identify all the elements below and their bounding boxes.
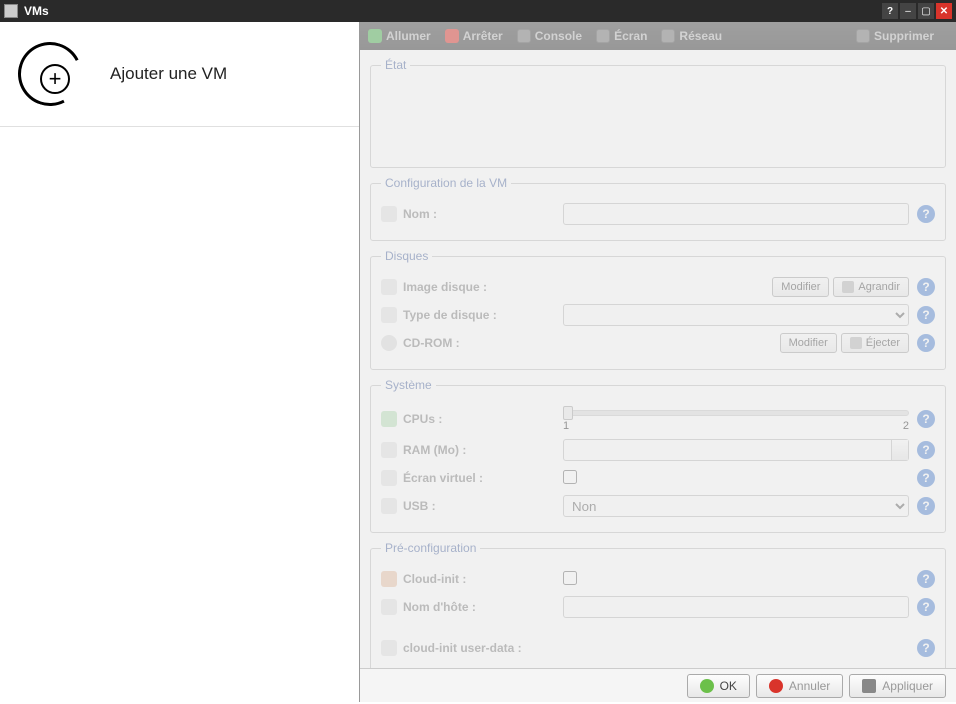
ram-icon bbox=[381, 442, 397, 458]
minimize-button[interactable]: – bbox=[900, 3, 916, 19]
cloudinit-icon bbox=[381, 571, 397, 587]
vm-detail-panel: Allumer Arrêter Console Écran Réseau Sup… bbox=[360, 22, 956, 702]
cpus-slider[interactable]: 1 2 bbox=[563, 404, 909, 434]
usb-label: USB : bbox=[403, 499, 563, 513]
state-section: État bbox=[370, 58, 946, 168]
add-vm-icon bbox=[18, 42, 82, 106]
system-legend: Système bbox=[381, 378, 436, 392]
bottom-bar: OK Annuler Appliquer bbox=[360, 668, 956, 702]
preconfig-section: Pré-configuration Cloud-init : ? Nom d'h… bbox=[370, 541, 946, 688]
cdrom-label: CD-ROM : bbox=[403, 336, 563, 350]
vm-toolbar: Allumer Arrêter Console Écran Réseau Sup… bbox=[360, 22, 956, 50]
preconfig-legend: Pré-configuration bbox=[381, 541, 480, 555]
cloudinit-checkbox[interactable] bbox=[563, 571, 577, 585]
disk-image-enlarge-button[interactable]: Agrandir bbox=[833, 277, 909, 297]
add-vm-button[interactable]: Ajouter une VM bbox=[0, 22, 359, 127]
state-legend: État bbox=[381, 58, 410, 72]
hostname-field[interactable] bbox=[563, 596, 909, 618]
app-icon bbox=[4, 4, 18, 18]
name-label: Nom : bbox=[403, 207, 563, 221]
usb-icon bbox=[381, 498, 397, 514]
cancel-icon bbox=[769, 679, 783, 693]
disk-image-label: Image disque : bbox=[403, 280, 563, 294]
cdrom-icon bbox=[381, 335, 397, 351]
disk-type-icon bbox=[381, 307, 397, 323]
usb-select[interactable]: Non bbox=[563, 495, 909, 517]
disk-type-help[interactable]: ? bbox=[917, 306, 935, 324]
delete-button[interactable]: Supprimer bbox=[856, 29, 934, 43]
cdrom-help[interactable]: ? bbox=[917, 334, 935, 352]
trash-icon bbox=[856, 29, 870, 43]
console-icon bbox=[517, 29, 531, 43]
window-title: VMs bbox=[24, 4, 880, 18]
ok-button[interactable]: OK bbox=[687, 674, 750, 698]
hostname-help[interactable]: ? bbox=[917, 598, 935, 616]
power-on-button[interactable]: Allumer bbox=[368, 29, 431, 43]
help-button[interactable]: ? bbox=[882, 3, 898, 19]
screen-icon bbox=[596, 29, 610, 43]
config-legend: Configuration de la VM bbox=[381, 176, 511, 190]
apply-button[interactable]: Appliquer bbox=[849, 674, 946, 698]
cancel-button[interactable]: Annuler bbox=[756, 674, 843, 698]
power-on-icon bbox=[368, 29, 382, 43]
disk-type-select[interactable] bbox=[563, 304, 909, 326]
userdata-label: cloud-init user-data : bbox=[403, 641, 563, 655]
name-help[interactable]: ? bbox=[917, 205, 935, 223]
add-vm-label: Ajouter une VM bbox=[110, 64, 227, 84]
hostname-label: Nom d'hôte : bbox=[403, 600, 563, 614]
cpu-min-label: 1 bbox=[563, 420, 569, 432]
close-button[interactable]: ✕ bbox=[936, 3, 952, 19]
ram-label: RAM (Mo) : bbox=[403, 443, 563, 457]
disks-legend: Disques bbox=[381, 249, 432, 263]
disks-section: Disques Image disque : Modifier Agrandir… bbox=[370, 249, 946, 370]
vscreen-help[interactable]: ? bbox=[917, 469, 935, 487]
disk-image-modify-button[interactable]: Modifier bbox=[772, 277, 829, 297]
network-button[interactable]: Réseau bbox=[661, 29, 722, 43]
userdata-help[interactable]: ? bbox=[917, 639, 935, 657]
cpu-max-label: 2 bbox=[903, 420, 909, 432]
apply-icon bbox=[862, 679, 876, 693]
network-icon bbox=[661, 29, 675, 43]
vscreen-label: Écran virtuel : bbox=[403, 471, 563, 485]
cpus-label: CPUs : bbox=[403, 412, 563, 426]
cdrom-modify-button[interactable]: Modifier bbox=[780, 333, 837, 353]
ok-icon bbox=[700, 679, 714, 693]
cdrom-eject-button[interactable]: Éjecter bbox=[841, 333, 909, 353]
cpu-icon bbox=[381, 411, 397, 427]
vm-list-sidebar: Ajouter une VM bbox=[0, 22, 360, 702]
disk-image-help[interactable]: ? bbox=[917, 278, 935, 296]
disk-type-label: Type de disque : bbox=[403, 308, 563, 322]
eject-icon bbox=[850, 337, 862, 349]
power-off-button[interactable]: Arrêter bbox=[445, 29, 503, 43]
name-field[interactable] bbox=[563, 203, 909, 225]
maximize-button[interactable]: ▢ bbox=[918, 3, 934, 19]
power-off-icon bbox=[445, 29, 459, 43]
disk-image-icon bbox=[381, 279, 397, 295]
cpus-help[interactable]: ? bbox=[917, 410, 935, 428]
ram-help[interactable]: ? bbox=[917, 441, 935, 459]
cloudinit-label: Cloud-init : bbox=[403, 572, 563, 586]
tag-icon bbox=[381, 206, 397, 222]
ram-field[interactable] bbox=[563, 439, 909, 461]
userdata-icon bbox=[381, 640, 397, 656]
titlebar: VMs ? – ▢ ✕ bbox=[0, 0, 956, 22]
vscreen-icon bbox=[381, 470, 397, 486]
config-section: Configuration de la VM Nom : ? bbox=[370, 176, 946, 241]
enlarge-icon bbox=[842, 281, 854, 293]
screen-button[interactable]: Écran bbox=[596, 29, 647, 43]
console-button[interactable]: Console bbox=[517, 29, 582, 43]
vscreen-checkbox[interactable] bbox=[563, 470, 577, 484]
system-section: Système CPUs : 1 2 ? bbox=[370, 378, 946, 533]
cloudinit-help[interactable]: ? bbox=[917, 570, 935, 588]
usb-help[interactable]: ? bbox=[917, 497, 935, 515]
hostname-icon bbox=[381, 599, 397, 615]
